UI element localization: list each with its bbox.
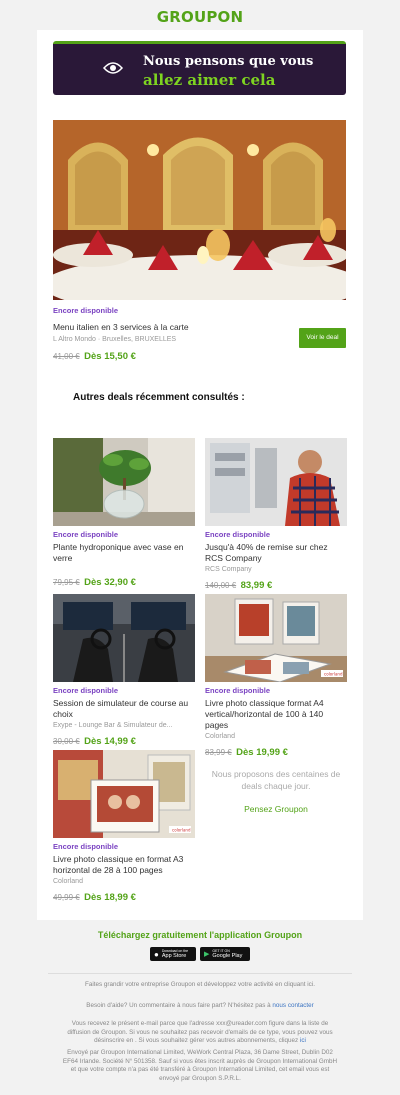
deal-prices: 49,99 € Dès 18,99 € [53,887,195,905]
promo-link[interactable]: Pensez Groupon [205,804,347,814]
footer-help: Besoin d'aide? Un commentaire à nous fai… [60,1002,340,1011]
deal-availability: Encore disponible [205,686,271,695]
deal-title[interactable]: Plante hydroponique avec vase en verre [53,542,195,564]
deal-price: Dès 18,99 € [84,892,136,903]
deal-prices: 79,95 € Dès 32,90 € [53,572,195,590]
footer-unsubscribe-text: Vous recevez le présent e-mail parce que… [67,1020,333,1044]
app-store-text: Download on the App Store [162,949,188,960]
hero-location: Bruxelles, BRUXELLES [102,336,177,343]
deal-prices: 140,00 € 83,99 € [205,575,347,593]
app-store-badge[interactable]: ● Download on the App Store [150,947,196,961]
hero-prices: 41,00 € Dès 15,50 € [53,346,136,364]
google-play-badge[interactable]: ▶ GET IT ON Google Play [200,947,250,961]
deal-merchant: Colorland [205,733,235,740]
deal-prices: 30,00 € Dès 14,99 € [53,731,195,749]
deal-price: Dès 19,99 € [236,747,288,758]
contact-link[interactable]: nous contacter [272,1002,313,1009]
banner-line1: Nous pensons que vous [143,54,314,69]
recommendation-banner: Nous pensons que vous allez aimer cela [53,41,346,95]
deal-title[interactable]: Livre photo classique en format A3 horiz… [53,854,195,876]
deal-availability: Encore disponible [53,686,119,695]
deal-card-rcs[interactable]: Encore disponible Jusqu'à 40% de remise … [205,438,347,593]
app-download-title: Téléchargez gratuitement l'application G… [97,930,303,940]
deal-image[interactable]: colorland [205,594,347,682]
deal-card-photobook-a4[interactable]: colorland Encore disponible Livre photo … [205,594,347,760]
deal-card-photobook-a3[interactable]: colorland Encore disponible Livre photo … [53,750,195,905]
view-deal-button[interactable]: Voir le deal [299,328,346,348]
footer-divider [48,973,352,974]
deal-merchant: Exype - Lounge Bar & Simulateur de... [53,722,173,729]
deal-image[interactable] [205,438,347,526]
promo-block: Nous proposons des centaines de deals ch… [205,768,347,814]
apple-icon: ● [154,949,159,959]
hero-old-price: 41,00 € [53,352,80,361]
deal-old-price: 79,95 € [53,578,80,587]
deal-availability: Encore disponible [205,530,271,539]
deal-availability: Encore disponible [53,530,119,539]
deal-price: Dès 14,99 € [84,736,136,747]
deal-price: Dès 32,90 € [84,577,136,588]
footer-help-text: Besoin d'aide? Un commentaire à nous fai… [86,1002,271,1009]
hero-merchant: L Altro Mondo [53,336,96,343]
deal-title[interactable]: Livre photo classique format A4 vertical… [205,698,347,731]
svg-text:colorland: colorland [172,828,191,833]
deal-old-price: 30,00 € [53,737,80,746]
deal-old-price: 49,99 € [53,893,80,902]
deal-card-racing-simulator[interactable]: Encore disponible Session de simulateur … [53,594,195,749]
eye-icon [103,62,123,74]
deal-title[interactable]: Session de simulateur de course au choix [53,698,195,720]
hero-merchant-line: L Altro Mondo · Bruxelles, BRUXELLES [53,336,176,343]
deal-old-price: 140,00 € [205,581,237,590]
footer-unsubscribe: Vous recevez le présent e-mail parce que… [60,1020,340,1046]
recent-deals-title: Autres deals récemment consultés : [73,392,245,403]
deal-merchant: RCS Company [205,566,252,573]
app-store-label: App Store [161,953,187,959]
deal-image[interactable]: colorland [53,750,195,838]
play-icon: ▶ [204,951,210,958]
footer-legal: Envoyé par Groupon International Limited… [62,1049,338,1082]
groupon-logo[interactable]: GROUPON [0,8,400,26]
deal-card-plant[interactable]: Encore disponible Plante hydroponique av… [53,438,195,590]
hero-title[interactable]: Menu italien en 3 services à la carte [53,322,253,333]
email-card: Nous pensons que vous allez aimer cela E… [37,30,363,920]
deal-price: 83,99 € [240,580,273,591]
google-play-text: GET IT ON Google Play [212,949,242,960]
hero-deal-image[interactable] [53,120,346,300]
footer-business[interactable]: Faites grandir votre entreprise Groupon … [60,981,340,990]
promo-text: Nous proposons des centaines de deals ch… [211,769,341,791]
deal-old-price: 83,99 € [205,748,232,757]
manage-subscriptions-link[interactable]: ici [300,1037,306,1044]
deal-availability: Encore disponible [53,842,119,851]
deal-image[interactable] [53,594,195,682]
deal-image[interactable] [53,438,195,526]
deal-title[interactable]: Jusqu'à 40% de remise sur chez RCS Compa… [205,542,347,564]
google-play-label: Google Play [212,953,243,959]
banner-line2: allez aimer cela [143,71,276,89]
svg-text:colorland: colorland [324,672,343,677]
deal-prices: 83,99 € Dès 19,99 € [205,742,347,760]
hero-availability: Encore disponible [53,306,119,315]
hero-price: Dès 15,50 € [84,351,136,362]
deal-merchant: Colorland [53,878,83,885]
